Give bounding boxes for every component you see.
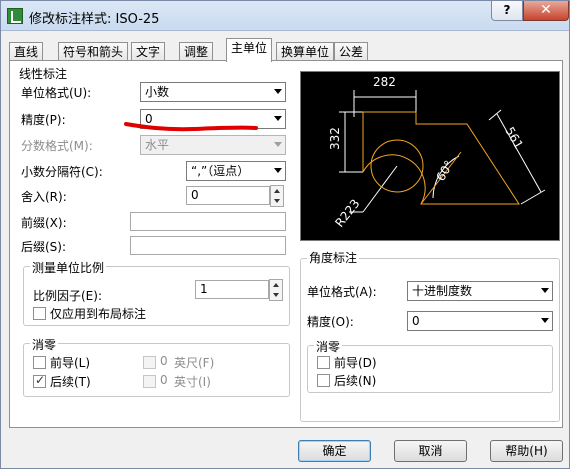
zero-feet-value: 0 (160, 354, 168, 368)
dim-text-radius: R223 (332, 197, 362, 230)
zero-inches-value: 0 (160, 373, 168, 387)
close-button[interactable]: ✕ (523, 1, 569, 21)
unit-format-label: 单位格式(U): (21, 86, 92, 100)
app-icon (7, 8, 23, 24)
suffix-input[interactable] (130, 236, 286, 255)
spin-up-icon (274, 189, 280, 193)
cancel-button[interactable]: 取消 (394, 440, 467, 462)
scale-factor-input[interactable]: 1 (195, 280, 269, 299)
trailing-zero-checkbox[interactable] (33, 373, 46, 388)
angular-title: 角度标注 (307, 249, 360, 266)
trailing-zero-label: 后续(T) (50, 375, 91, 389)
layout-only-label: 仅应用到布局标注 (50, 307, 147, 321)
zero-feet-label: 英尺(F) (174, 356, 215, 370)
decimal-separator-select[interactable]: “,”（逗点） (186, 161, 286, 181)
spin-up-icon (273, 283, 279, 287)
tab-alternate-units[interactable]: 换算单位 (276, 42, 335, 62)
zero-suppression-title: 消零 (30, 336, 59, 353)
tab-tolerances[interactable]: 公差 (334, 42, 369, 62)
dialog-window: 修改标注样式: ISO-25 ? ✕ 直线 符号和箭头 文字 调整 主单位 换算… (0, 0, 570, 469)
ok-button[interactable]: 确定 (298, 440, 371, 462)
window-title: 修改标注样式: ISO-25 (29, 12, 160, 27)
angular-precision-value: 0 (412, 314, 420, 328)
tab-lines[interactable]: 直线 (9, 42, 44, 62)
chevron-down-icon (274, 116, 282, 121)
fraction-format-label: 分数格式(M): (21, 139, 93, 153)
measurement-scale-title: 测量单位比例 (30, 259, 107, 276)
dim-text-top: 282 (373, 75, 396, 89)
help-button[interactable]: 帮助(H) (490, 440, 563, 462)
tab-primary-units[interactable]: 主单位 (226, 38, 273, 62)
dim-text-left: 332 (328, 127, 342, 150)
angular-precision-label: 精度(O): (307, 315, 354, 329)
help-title-button[interactable]: ? (491, 1, 523, 21)
zero-suppression-angular-group: 消零 前导(D) 后续(N) (307, 338, 553, 393)
roundoff-input[interactable]: 0 (186, 186, 270, 205)
unit-format-select[interactable]: 小数 (140, 82, 286, 102)
zero-inches-label: 英寸(I) (174, 375, 211, 389)
chevron-down-icon (274, 168, 282, 173)
dim-text-right: 561 (502, 125, 526, 152)
layout-only-checkbox[interactable] (33, 307, 46, 320)
suffix-label: 后缀(S): (21, 240, 67, 254)
leading-zero-checkbox[interactable] (33, 356, 46, 369)
zero-suppression-linear-group: 消零 前导(L) 后续(T) 0 英尺(F) 0 英寸(I) (23, 336, 290, 397)
roundoff-label: 舍入(R): (21, 190, 67, 204)
unit-format-value: 小数 (145, 85, 170, 99)
tab-symbols-arrows[interactable]: 符号和箭头 (58, 42, 129, 62)
preview-drawing: 282 332 561 R223 60° (328, 75, 546, 230)
angular-trailing-checkbox[interactable] (317, 374, 330, 387)
prefix-input[interactable] (130, 212, 286, 231)
fraction-format-select[interactable]: 水平 (140, 135, 286, 155)
red-annotation-stroke (124, 122, 258, 132)
decimal-separator-value: “,”（逗点） (191, 164, 250, 178)
zero-suppression-angular-title: 消零 (314, 338, 343, 355)
roundoff-spinner[interactable] (270, 185, 284, 207)
zero-feet-checkbox[interactable] (143, 356, 156, 369)
measurement-scale-group: 测量单位比例 比例因子(E): 1 仅应用到布局标注 (23, 259, 290, 326)
title-bar: 修改标注样式: ISO-25 (1, 1, 569, 31)
angular-unit-format-select[interactable]: 十进制度数 (407, 281, 553, 301)
scale-factor-label: 比例因子(E): (33, 289, 102, 303)
tab-text[interactable]: 文字 (131, 42, 166, 62)
dimension-preview: 282 332 561 R223 60° (300, 71, 560, 241)
primary-units-panel: 线性标注 单位格式(U): 小数 精度(P): 0 分数格式(M): 水平 小数… (9, 60, 563, 428)
spin-down-icon (273, 293, 279, 297)
angular-leading-label: 前导(D) (334, 356, 377, 370)
angular-leading-checkbox[interactable] (317, 356, 330, 369)
chevron-down-icon (274, 142, 282, 147)
ext-line (520, 189, 546, 205)
angular-trailing-label: 后续(N) (334, 374, 377, 388)
angular-precision-select[interactable]: 0 (407, 311, 553, 331)
prefix-label: 前缀(X): (21, 216, 67, 230)
spin-down-icon (274, 199, 280, 203)
fraction-format-value: 水平 (145, 138, 170, 152)
radius-leader (362, 165, 398, 213)
angular-unit-format-label: 单位格式(A): (307, 285, 377, 299)
zero-inches-checkbox[interactable] (143, 375, 156, 388)
tab-fit[interactable]: 调整 (179, 42, 214, 62)
chevron-down-icon (274, 89, 282, 94)
scale-factor-spinner[interactable] (269, 279, 283, 301)
angular-unit-format-value: 十进制度数 (412, 284, 473, 298)
leading-zero-label: 前导(L) (50, 356, 91, 370)
precision-label: 精度(P): (21, 113, 66, 127)
angular-dimensions-group: 角度标注 单位格式(A): 十进制度数 精度(O): 0 消零 前导(D) 后续… (300, 249, 560, 422)
linear-section-title: 线性标注 (19, 67, 68, 81)
decimal-separator-label: 小数分隔符(C): (21, 165, 103, 179)
chevron-down-icon (541, 288, 549, 293)
chevron-down-icon (541, 318, 549, 323)
